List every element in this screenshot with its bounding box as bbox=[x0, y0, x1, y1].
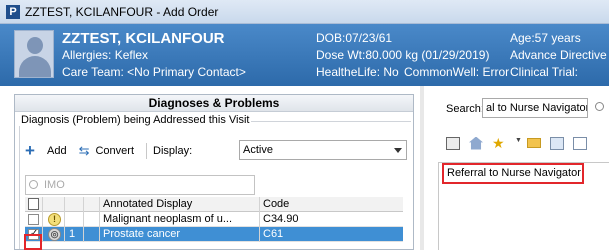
column-header-code[interactable]: Code bbox=[260, 197, 403, 212]
add-button[interactable]: Add bbox=[47, 145, 67, 157]
diagnosis-group-label: Diagnosis (Problem) being Addressed this… bbox=[19, 114, 252, 126]
order-search-panel: Search: al to Nurse Navigator ★ ▼ Referr… bbox=[424, 86, 609, 250]
row-checkbox[interactable] bbox=[28, 214, 39, 225]
dob-info: DOB:07/23/61 bbox=[316, 31, 393, 45]
status-circle-icon: ◎ bbox=[48, 228, 61, 241]
add-plus-icon[interactable]: + bbox=[25, 142, 39, 159]
favorites-star-icon[interactable]: ★ bbox=[492, 136, 506, 150]
convert-button[interactable]: Convert bbox=[95, 145, 134, 157]
imo-placeholder: IMO bbox=[44, 179, 65, 191]
patient-banner: ZZTEST, KCILANFOUR Allergies: Keflex Car… bbox=[0, 24, 609, 86]
window-title-bar: P ZZTEST, KCILANFOUR - Add Order bbox=[0, 0, 609, 24]
imo-search-input[interactable]: IMO bbox=[25, 175, 255, 195]
table-header-row: Annotated Display Code bbox=[25, 197, 403, 212]
clinical-trial-info: Clinical Trial: bbox=[510, 65, 579, 79]
order-search-input[interactable]: al to Nurse Navigator bbox=[482, 98, 588, 118]
app-logo-icon: P bbox=[6, 4, 20, 19]
table-row[interactable]: ! Malignant neoplasm of u... C34.90 bbox=[25, 212, 403, 227]
folder-icon[interactable] bbox=[527, 138, 541, 148]
patient-avatar-icon bbox=[14, 30, 54, 78]
search-icon[interactable] bbox=[595, 102, 604, 111]
allergies-info[interactable]: Allergies: Keflex bbox=[62, 48, 148, 62]
row-code: C34.90 bbox=[263, 213, 299, 225]
convert-arrows-icon[interactable]: ⇆ bbox=[79, 143, 90, 159]
diagnosis-toolbar: + Add ⇆ Convert Display: Active bbox=[25, 140, 407, 162]
row-code: C61 bbox=[263, 228, 284, 240]
table-row-selected[interactable]: ◎ 1 Prostate cancer C61 bbox=[25, 227, 403, 242]
display-dropdown-value: Active bbox=[243, 144, 273, 156]
healthelife-status: HealtheLife: No bbox=[316, 65, 399, 79]
row-display: Malignant neoplasm of u... bbox=[100, 212, 260, 227]
window-title: ZZTEST, KCILANFOUR - Add Order bbox=[25, 4, 219, 19]
commonwell-status: CommonWell: Error bbox=[404, 65, 510, 79]
chevron-down-icon[interactable] bbox=[394, 148, 402, 153]
checkbox-highlight-box bbox=[24, 234, 42, 250]
select-all-icon[interactable] bbox=[28, 198, 39, 210]
patient-name[interactable]: ZZTEST, KCILANFOUR bbox=[62, 30, 225, 47]
copy-icon[interactable] bbox=[550, 136, 564, 150]
dropdown-arrow-icon[interactable]: ▼ bbox=[515, 137, 522, 150]
diagnoses-panel: Diagnoses & Problems Diagnosis (Problem)… bbox=[14, 94, 414, 250]
order-result-item[interactable]: Referral to Nurse Navigator bbox=[442, 163, 584, 184]
search-label: Search: bbox=[446, 103, 484, 115]
column-header-annotated-display[interactable]: Annotated Display bbox=[100, 197, 260, 212]
home-icon[interactable] bbox=[469, 136, 483, 150]
document-icon[interactable] bbox=[573, 136, 587, 150]
folder-toolbar: ★ ▼ bbox=[446, 134, 596, 152]
care-team-info[interactable]: Care Team: <No Primary Contact> bbox=[62, 65, 246, 79]
row-display: Prostate cancer bbox=[100, 227, 260, 242]
diagnoses-header: Diagnoses & Problems bbox=[15, 95, 413, 112]
up-folder-icon[interactable] bbox=[446, 136, 460, 150]
advance-directive-info[interactable]: Advance Directive bbox=[510, 48, 607, 62]
toolbar-divider bbox=[146, 143, 148, 159]
dose-weight-info: Dose Wt:80.000 kg (01/29/2019) bbox=[316, 48, 490, 62]
display-dropdown[interactable]: Active bbox=[239, 140, 407, 160]
search-icon bbox=[29, 180, 38, 189]
row-number: 1 bbox=[65, 227, 84, 242]
display-label: Display: bbox=[153, 145, 193, 157]
row-number bbox=[65, 212, 84, 227]
age-info: Age:57 years bbox=[510, 31, 581, 45]
alert-icon: ! bbox=[48, 213, 61, 226]
